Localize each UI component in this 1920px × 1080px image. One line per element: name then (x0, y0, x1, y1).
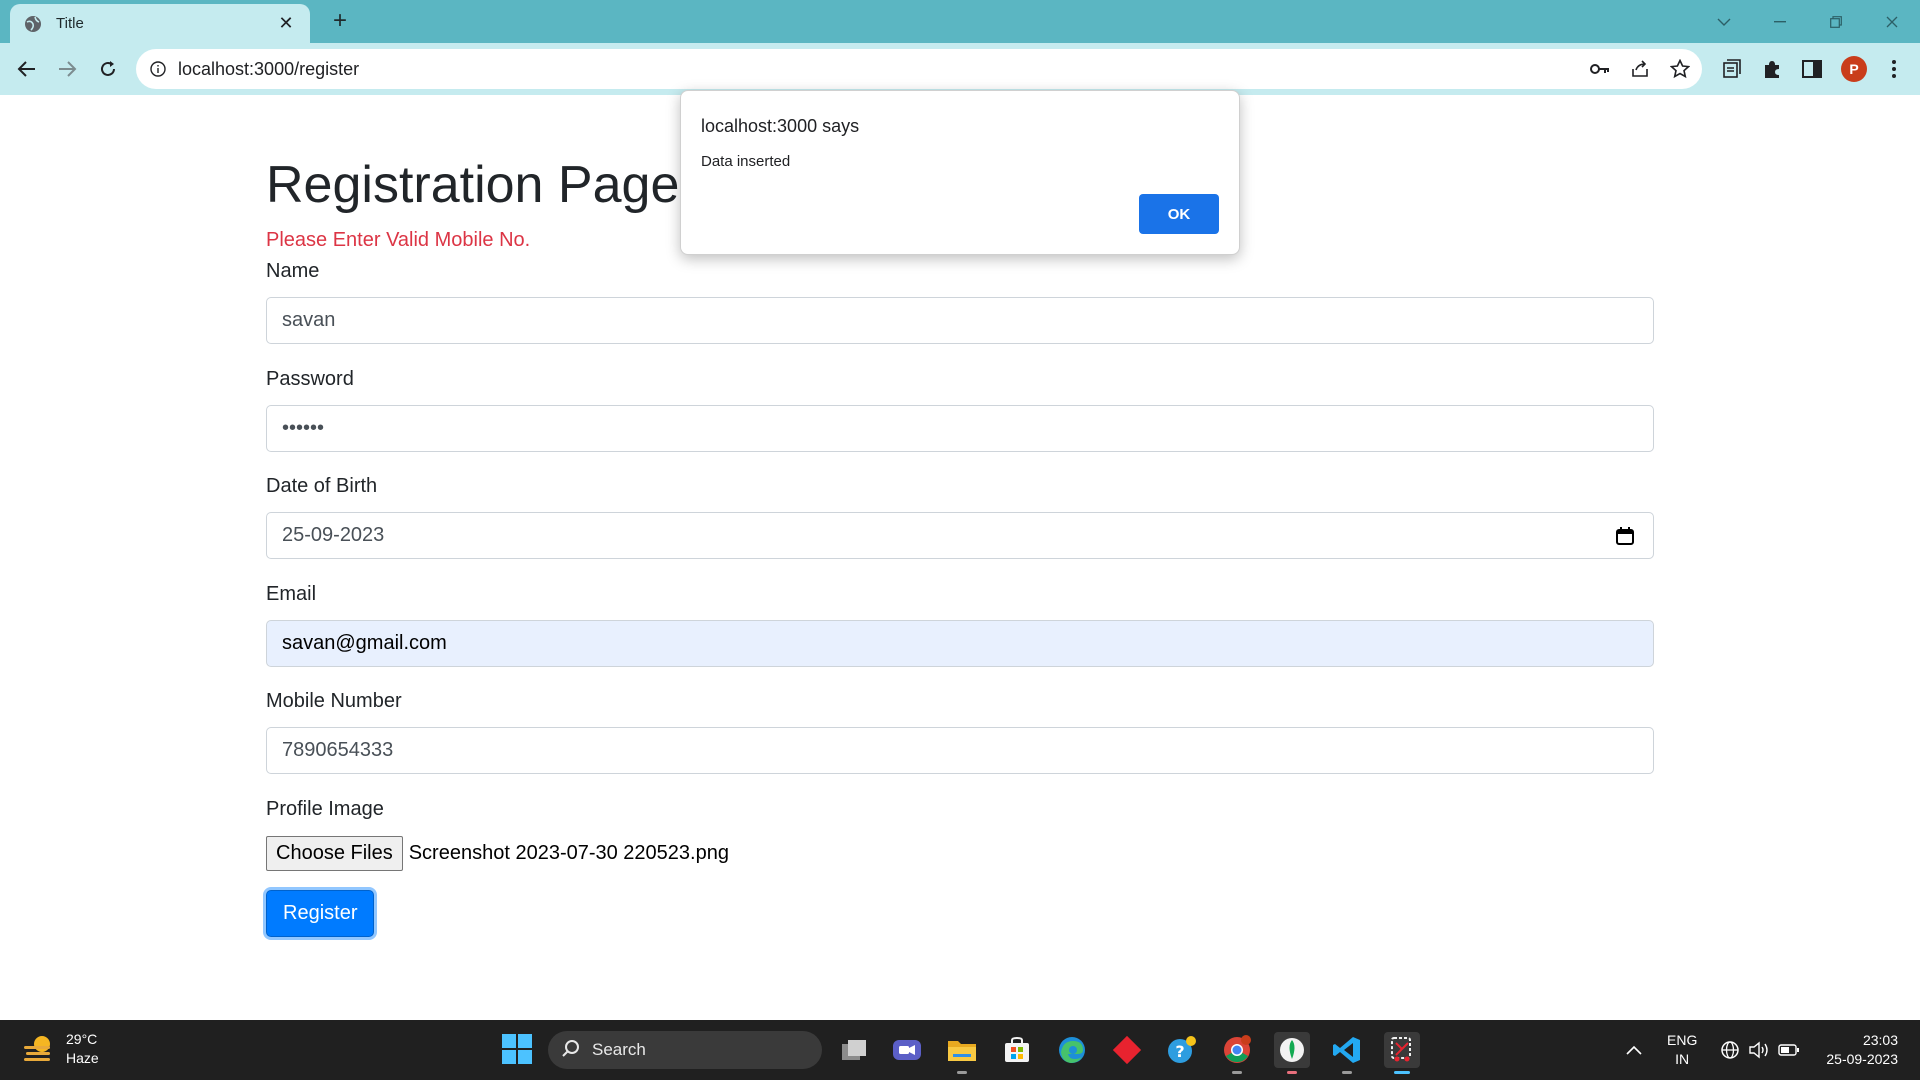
address-bar[interactable]: localhost:3000/register (136, 49, 1702, 89)
network-globe-icon[interactable] (1720, 1020, 1740, 1080)
minimize-icon[interactable] (1752, 0, 1808, 43)
taskbar-search[interactable]: Search (548, 1031, 822, 1069)
mongodb-compass-icon[interactable] (1274, 1032, 1310, 1074)
microsoft-store-icon[interactable] (999, 1032, 1035, 1068)
email-label: Email (266, 583, 317, 605)
window-controls (1696, 0, 1920, 43)
windows-start-icon[interactable] (502, 1034, 532, 1064)
git-app-icon[interactable] (1109, 1032, 1145, 1068)
share-icon[interactable] (1628, 57, 1652, 81)
kebab-menu-icon[interactable] (1880, 55, 1908, 83)
search-icon (562, 1039, 580, 1062)
tab-search-icon[interactable] (1718, 55, 1746, 83)
clock-date: 25-09-2023 (1826, 1051, 1898, 1067)
name-label: Name (266, 260, 320, 282)
profile-image-label: Profile Image (266, 798, 384, 820)
clock[interactable]: 23:03 25-09-2023 (1818, 1020, 1898, 1080)
back-arrow-icon[interactable] (13, 55, 41, 83)
weather-condition: Haze (66, 1050, 99, 1066)
clock-time: 23:03 (1862, 1032, 1898, 1048)
tab-title: Title (56, 15, 84, 32)
running-indicator (1287, 1071, 1297, 1074)
register-button[interactable]: Register (266, 890, 375, 937)
language-indicator[interactable]: ENG IN (1667, 1020, 1697, 1080)
extensions-puzzle-icon[interactable] (1758, 55, 1786, 83)
snipping-tool-icon[interactable] (1384, 1032, 1420, 1074)
reload-icon[interactable] (94, 55, 122, 83)
language-code: ENG (1667, 1032, 1698, 1048)
name-input[interactable]: savan (266, 297, 1654, 344)
profile-avatar[interactable]: P (1841, 56, 1867, 82)
help-app-icon[interactable]: ? (1164, 1032, 1200, 1068)
password-label: Password (266, 368, 354, 390)
bookmark-star-icon[interactable] (1668, 57, 1692, 81)
restore-icon[interactable] (1808, 0, 1864, 43)
url-text: localhost:3000/register (178, 59, 360, 79)
file-explorer-icon[interactable] (944, 1032, 980, 1074)
region-code: IN (1675, 1051, 1690, 1067)
edge-browser-icon[interactable] (1054, 1032, 1090, 1068)
weather-widget[interactable]: 29°C Haze (22, 1030, 99, 1068)
validation-error: Please Enter Valid Mobile No. (266, 229, 531, 251)
side-panel-icon[interactable] (1798, 55, 1826, 83)
volume-icon[interactable] (1748, 1020, 1770, 1080)
teams-chat-icon[interactable] (889, 1032, 925, 1068)
new-tab-button[interactable]: + (326, 8, 354, 36)
mobile-input[interactable]: 7890654333 (266, 727, 1654, 774)
mobile-label: Mobile Number (266, 690, 402, 712)
forward-arrow-icon[interactable] (53, 55, 81, 83)
task-view-icon[interactable] (836, 1032, 872, 1068)
profile-image-field: Choose Files Screenshot 2023-07-30 22052… (266, 835, 729, 871)
dob-value: 25-09-2023 (282, 524, 385, 546)
globe-icon (24, 15, 42, 33)
haze-weather-icon (22, 1032, 56, 1066)
running-indicator (1232, 1071, 1242, 1074)
chevron-down-icon[interactable] (1696, 0, 1752, 43)
windows-taskbar: 29°C Haze Search ? ENG IN 23:03 25-09-20… (0, 1020, 1920, 1080)
dialog-title: localhost:3000 says (701, 116, 860, 136)
page-title: Registration Page (266, 156, 680, 214)
dialog-message: Data inserted (701, 153, 791, 170)
key-icon[interactable] (1588, 57, 1612, 81)
browser-tab[interactable]: Title ✕ (10, 4, 310, 43)
selected-file-name: Screenshot 2023-07-30 220523.png (408, 841, 729, 864)
search-label: Search (592, 1040, 646, 1059)
site-info-icon[interactable] (148, 59, 168, 79)
running-indicator (957, 1071, 967, 1074)
weather-temperature: 29°C (66, 1031, 98, 1047)
alert-dialog: localhost:3000 says Data inserted OK (680, 90, 1240, 255)
chrome-icon[interactable] (1219, 1032, 1255, 1074)
dob-input[interactable]: 25-09-2023 (266, 512, 1654, 559)
battery-icon[interactable] (1778, 1020, 1800, 1080)
dob-label: Date of Birth (266, 475, 378, 497)
close-icon[interactable]: ✕ (276, 13, 296, 34)
email-input[interactable]: savan@gmail.com (266, 620, 1654, 667)
choose-files-button[interactable]: Choose Files (266, 835, 403, 871)
close-window-icon[interactable] (1864, 0, 1920, 43)
vscode-icon[interactable] (1329, 1032, 1365, 1074)
calendar-icon[interactable] (1615, 526, 1635, 546)
active-indicator (1394, 1071, 1410, 1074)
ok-button[interactable]: OK (1139, 194, 1219, 234)
running-indicator (1342, 1071, 1352, 1074)
show-hidden-icons-chevron-icon[interactable] (1626, 1020, 1642, 1080)
browser-toolbar: localhost:3000/register P (0, 43, 1920, 95)
svg-text:?: ? (1175, 1042, 1184, 1061)
browser-tab-strip: Title ✕ + (0, 0, 1920, 43)
password-input[interactable]: •••••• (266, 405, 1654, 452)
